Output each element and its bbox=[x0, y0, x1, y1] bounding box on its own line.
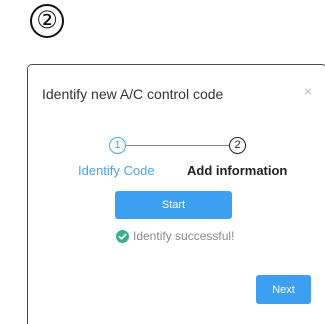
step-marker-label: ② bbox=[30, 4, 64, 38]
status-text: Identify successful! bbox=[133, 229, 235, 243]
step-2-label: Add information bbox=[187, 163, 288, 178]
step-connector bbox=[126, 145, 229, 146]
check-circle-icon bbox=[116, 229, 129, 243]
identify-code-dialog: Identify new A/C control code × 1 2 Iden… bbox=[27, 64, 325, 324]
close-icon[interactable]: × bbox=[304, 83, 312, 99]
start-button[interactable]: Start bbox=[115, 191, 232, 219]
step-1-label: Identify Code bbox=[78, 163, 155, 178]
dialog-title: Identify new A/C control code bbox=[42, 86, 224, 102]
step-1-indicator: 1 bbox=[109, 137, 126, 154]
next-button[interactable]: Next bbox=[256, 275, 311, 304]
step-2-indicator: 2 bbox=[229, 137, 246, 154]
status-row: Identify successful! bbox=[116, 229, 234, 243]
